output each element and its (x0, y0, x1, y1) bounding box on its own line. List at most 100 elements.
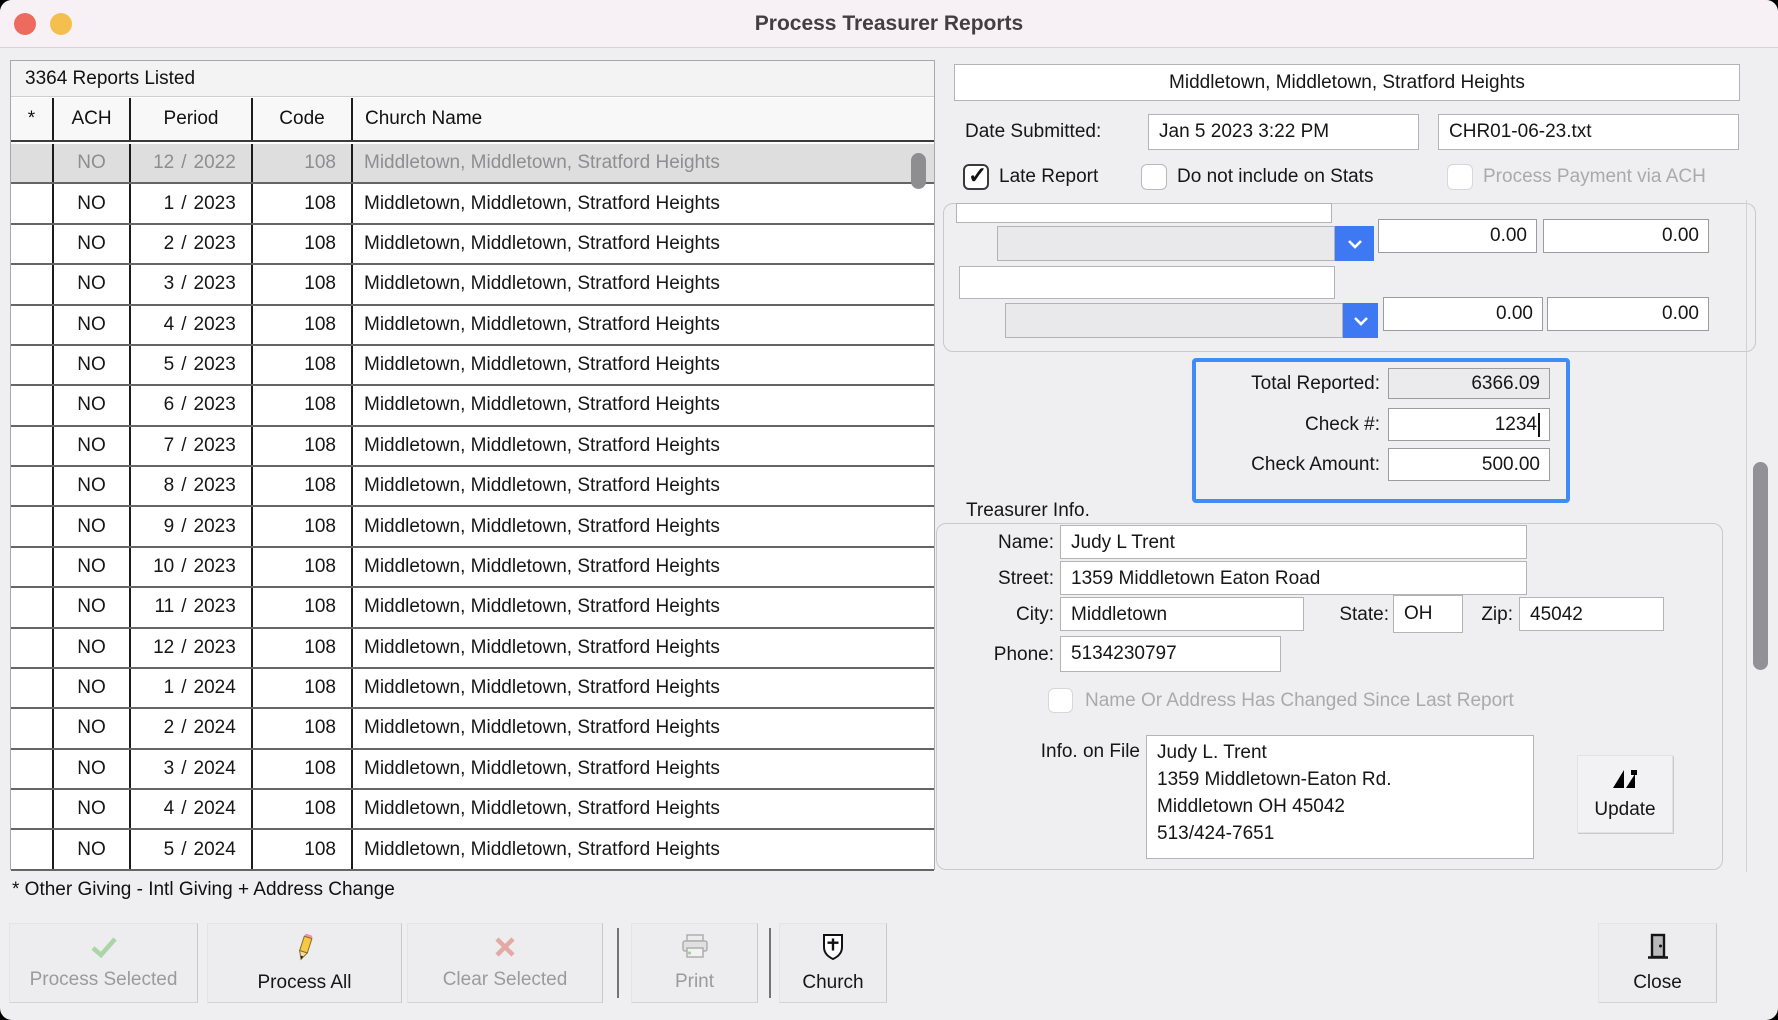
row-star-cell (11, 709, 54, 747)
no-stats-checkbox[interactable] (1141, 164, 1167, 190)
giving-category-dropdown-button-1[interactable] (1335, 226, 1374, 261)
row-ach-cell: NO (54, 467, 131, 505)
printer-icon (680, 933, 710, 967)
row-ach-cell: NO (54, 750, 131, 788)
table-column-headers: * ACH Period Code Church Name (11, 98, 934, 142)
row-star-cell (11, 225, 54, 263)
table-row[interactable]: NO 2/2024 108 Middletown, Middletown, St… (11, 709, 934, 749)
row-ach-cell: NO (54, 790, 131, 828)
table-row[interactable]: NO 5/2023 108 Middletown, Middletown, St… (11, 346, 934, 386)
column-header-star: * (11, 98, 54, 140)
row-code-cell: 108 (253, 709, 353, 747)
table-row[interactable]: NO 6/2023 108 Middletown, Middletown, St… (11, 386, 934, 426)
button-divider (617, 928, 619, 998)
info-on-file-label: Info. on File (1018, 741, 1140, 763)
treasurer-phone-field[interactable]: 5134230797 (1060, 636, 1281, 672)
row-church-name-cell: Middletown, Middletown, Stratford Height… (353, 507, 934, 545)
row-period-cell: 12/2022 (131, 144, 253, 182)
giving-amount-field-1b[interactable]: 0.00 (1543, 219, 1709, 253)
giving-amount-field-1a[interactable]: 0.00 (1378, 219, 1537, 253)
treasurer-state-field[interactable]: OH (1393, 595, 1463, 633)
update-label: Update (1594, 799, 1655, 821)
row-star-cell (11, 669, 54, 707)
table-row[interactable]: NO 11/2023 108 Middletown, Middletown, S… (11, 588, 934, 628)
x-icon (493, 935, 517, 965)
row-star-cell (11, 629, 54, 667)
treasurer-city-field[interactable]: Middletown (1060, 597, 1304, 631)
update-icon (1611, 767, 1639, 795)
row-ach-cell: NO (54, 709, 131, 747)
church-button[interactable]: Church (779, 923, 887, 1003)
process-all-button[interactable]: Process All (207, 923, 402, 1003)
table-row[interactable]: NO 3/2024 108 Middletown, Middletown, St… (11, 750, 934, 790)
process-all-label: Process All (258, 972, 352, 994)
check-amount-field[interactable]: 500.00 (1388, 448, 1550, 481)
giving-category-select-2[interactable] (1005, 303, 1343, 338)
giving-category-dropdown-button-2[interactable] (1343, 303, 1378, 338)
treasurer-name-field[interactable]: Judy L Trent (1060, 525, 1527, 559)
window-titlebar: Process Treasurer Reports (0, 0, 1778, 48)
table-row[interactable]: NO 2/2023 108 Middletown, Middletown, St… (11, 225, 934, 265)
chevron-down-icon (1347, 233, 1363, 255)
process-selected-button[interactable]: Process Selected (9, 923, 198, 1003)
late-report-checkbox[interactable] (963, 164, 989, 190)
clear-selected-label: Clear Selected (443, 969, 568, 991)
treasurer-name-label: Name: (904, 526, 1054, 560)
row-period-cell: 3/2024 (131, 750, 253, 788)
giving-description-field-1[interactable] (956, 203, 1332, 223)
close-button[interactable]: Close (1598, 923, 1717, 1003)
treasurer-info-section-label: Treasurer Info. (966, 500, 1090, 522)
check-amount-label: Check Amount: (1200, 448, 1380, 481)
row-ach-cell: NO (54, 386, 131, 424)
row-church-name-cell: Middletown, Middletown, Stratford Height… (353, 265, 934, 303)
table-row[interactable]: NO 5/2024 108 Middletown, Middletown, St… (11, 830, 934, 870)
table-row[interactable]: NO 9/2023 108 Middletown, Middletown, St… (11, 507, 934, 547)
treasurer-zip-field[interactable]: 45042 (1519, 597, 1664, 631)
table-row[interactable]: NO 4/2024 108 Middletown, Middletown, St… (11, 790, 934, 830)
date-submitted-field[interactable]: Jan 5 2023 3:22 PM (1148, 114, 1419, 150)
table-row[interactable]: NO 1/2023 108 Middletown, Middletown, St… (11, 184, 934, 224)
row-church-name-cell: Middletown, Middletown, Stratford Height… (353, 144, 934, 182)
ach-payment-checkbox (1447, 164, 1473, 190)
giving-amount-field-2a[interactable]: 0.00 (1383, 297, 1543, 331)
row-period-cell: 1/2023 (131, 184, 253, 222)
treasurer-street-field[interactable]: 1359 Middletown Eaton Road (1060, 561, 1527, 595)
table-row[interactable]: NO 12/2022 108 Middletown, Middletown, S… (11, 144, 934, 184)
row-church-name-cell: Middletown, Middletown, Stratford Height… (353, 467, 934, 505)
door-icon (1645, 932, 1671, 968)
clear-selected-button[interactable]: Clear Selected (407, 923, 603, 1003)
window-title: Process Treasurer Reports (0, 0, 1778, 48)
address-changed-label: Name Or Address Has Changed Since Last R… (1085, 687, 1514, 715)
table-row[interactable]: NO 4/2023 108 Middletown, Middletown, St… (11, 306, 934, 346)
giving-category-select-1[interactable] (997, 226, 1335, 261)
row-code-cell: 108 (253, 144, 353, 182)
table-row[interactable]: NO 3/2023 108 Middletown, Middletown, St… (11, 265, 934, 305)
row-period-cell: 8/2023 (131, 467, 253, 505)
total-reported-label: Total Reported: (1200, 368, 1380, 399)
giving-description-field-2[interactable] (959, 266, 1335, 299)
row-church-name-cell: Middletown, Middletown, Stratford Height… (353, 669, 934, 707)
row-church-name-cell: Middletown, Middletown, Stratford Height… (353, 184, 934, 222)
column-header-code: Code (253, 98, 353, 140)
table-row[interactable]: NO 7/2023 108 Middletown, Middletown, St… (11, 427, 934, 467)
table-row[interactable]: NO 10/2023 108 Middletown, Middletown, S… (11, 548, 934, 588)
check-number-field[interactable]: 1234 (1388, 408, 1550, 441)
row-ach-cell: NO (54, 830, 131, 868)
table-scrollbar-thumb[interactable] (911, 153, 926, 189)
row-ach-cell: NO (54, 427, 131, 465)
process-selected-label: Process Selected (30, 969, 178, 991)
row-star-cell (11, 427, 54, 465)
table-row[interactable]: NO 12/2023 108 Middletown, Middletown, S… (11, 629, 934, 669)
table-row[interactable]: NO 8/2023 108 Middletown, Middletown, St… (11, 467, 934, 507)
table-row[interactable]: NO 1/2024 108 Middletown, Middletown, St… (11, 669, 934, 709)
window-scrollbar-thumb[interactable] (1753, 462, 1768, 670)
row-star-cell (11, 184, 54, 222)
print-button[interactable]: Print (631, 923, 758, 1003)
row-ach-cell: NO (54, 265, 131, 303)
update-button[interactable]: Update (1577, 755, 1673, 833)
report-file-name-field[interactable]: CHR01-06-23.txt (1438, 114, 1739, 150)
row-church-name-cell: Middletown, Middletown, Stratford Height… (353, 709, 934, 747)
giving-amount-field-2b[interactable]: 0.00 (1547, 297, 1709, 331)
chevron-down-icon (1353, 310, 1369, 332)
row-code-cell: 108 (253, 548, 353, 586)
